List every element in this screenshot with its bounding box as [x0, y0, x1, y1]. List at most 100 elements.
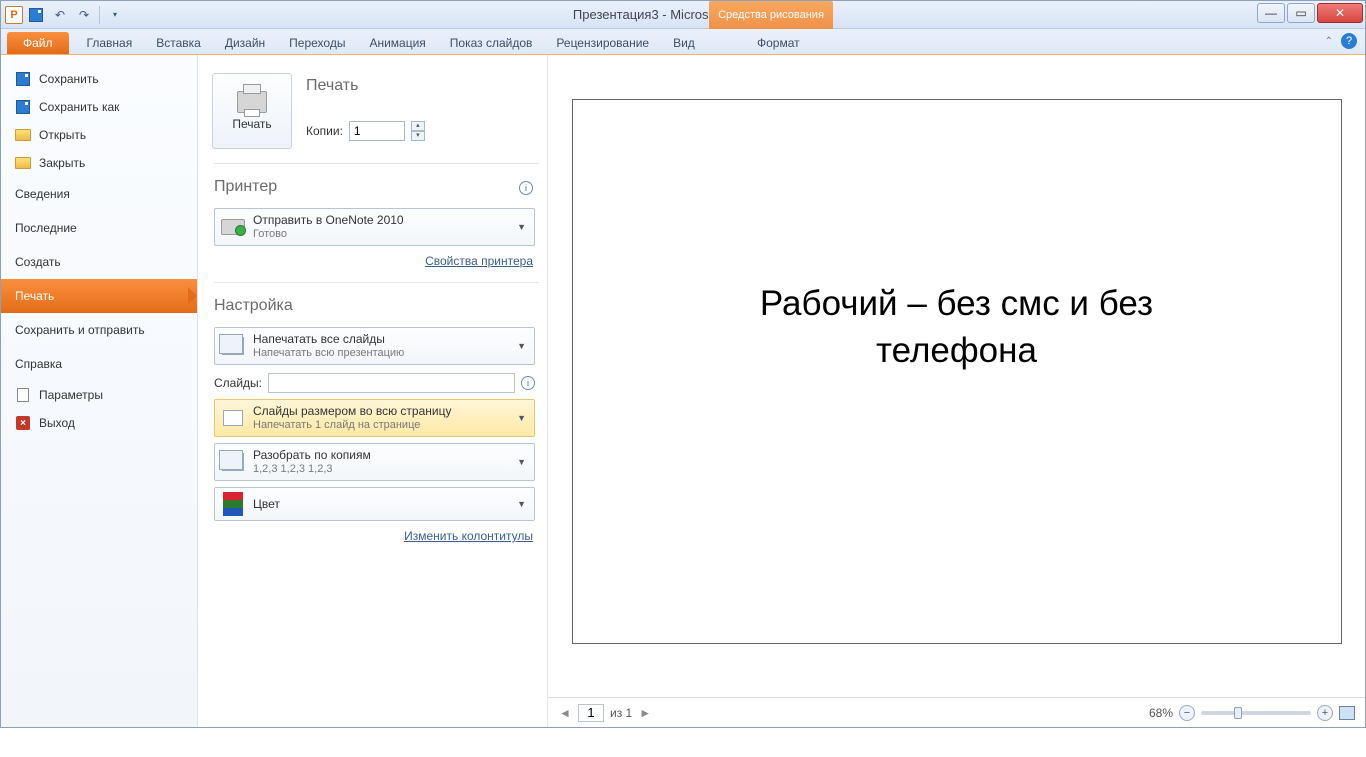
prev-page-button[interactable]: ◄ — [558, 706, 572, 720]
qat-customize[interactable]: ▾ — [104, 4, 126, 26]
layout-sub: Напечатать 1 слайд на странице — [253, 419, 451, 432]
chevron-down-icon: ▼ — [517, 457, 526, 467]
preview-footer: ◄ из 1 ► 68% − + — [548, 697, 1365, 727]
print-button-label: Печать — [232, 117, 271, 131]
minimize-ribbon-icon[interactable]: ⌃ — [1325, 36, 1333, 47]
window-close[interactable]: ✕ — [1317, 3, 1363, 23]
tab-view[interactable]: Вид — [661, 32, 707, 54]
separator — [214, 282, 539, 283]
zoom-in-button[interactable]: + — [1317, 705, 1333, 721]
page-outline-icon — [223, 410, 243, 426]
slide-text-line2: телефона — [760, 327, 1153, 374]
collate-dropdown[interactable]: Разобрать по копиям 1,2,3 1,2,3 1,2,3 ▼ — [214, 443, 535, 481]
nav-save-send-label: Сохранить и отправить — [15, 323, 145, 337]
tab-design[interactable]: Дизайн — [213, 32, 277, 54]
qat-save[interactable] — [25, 4, 47, 26]
nav-close[interactable]: Закрыть — [1, 149, 197, 177]
slide-preview: Рабочий – без смс и без телефона — [572, 99, 1342, 644]
next-page-button[interactable]: ► — [638, 706, 652, 720]
nav-info-label: Сведения — [15, 187, 70, 201]
print-range-dropdown[interactable]: Напечатать все слайды Напечатать всю пре… — [214, 327, 535, 365]
window-maximize[interactable]: ▭ — [1287, 3, 1315, 23]
slides-info-icon[interactable]: i — [521, 376, 535, 390]
app-icon: P — [5, 6, 23, 24]
nav-save-send[interactable]: Сохранить и отправить — [1, 313, 197, 347]
nav-save-as[interactable]: Сохранить как — [1, 93, 197, 121]
print-preview-panel: Рабочий – без смс и без телефона ◄ из 1 … — [548, 55, 1365, 727]
nav-open-label: Открыть — [39, 128, 86, 142]
tab-file[interactable]: Файл — [7, 32, 69, 54]
slides-range-input[interactable] — [268, 373, 515, 393]
nav-new[interactable]: Создать — [1, 245, 197, 279]
fit-to-window-button[interactable] — [1339, 706, 1355, 720]
nav-save[interactable]: Сохранить — [1, 65, 197, 93]
separator — [214, 163, 539, 164]
nav-options-label: Параметры — [39, 388, 103, 402]
printer-header: Принтер — [214, 178, 277, 196]
nav-save-as-label: Сохранить как — [39, 100, 119, 114]
page-number-input[interactable] — [578, 704, 604, 722]
printer-icon — [237, 91, 267, 113]
printer-properties-link[interactable]: Свойства принтера — [206, 254, 533, 268]
printer-status: Готово — [253, 228, 404, 241]
slide-text-line1: Рабочий – без смс и без — [760, 280, 1153, 327]
slides-stack-icon — [222, 337, 244, 355]
nav-help-label: Справка — [15, 357, 62, 371]
nav-close-label: Закрыть — [39, 156, 85, 170]
edit-header-footer-link[interactable]: Изменить колонтитулы — [206, 529, 533, 543]
slides-label: Слайды: — [214, 376, 262, 390]
nav-print[interactable]: Печать — [1, 279, 197, 313]
chevron-down-icon: ▼ — [517, 341, 526, 351]
backstage-nav: Сохранить Сохранить как Открыть Закрыть … — [1, 55, 198, 727]
nav-help[interactable]: Справка — [1, 347, 197, 381]
chevron-down-icon: ▼ — [517, 499, 526, 509]
nav-print-label: Печать — [15, 289, 54, 303]
print-range-sub: Напечатать всю презентацию — [253, 347, 404, 360]
layout-dropdown[interactable]: Слайды размером во всю страницу Напечата… — [214, 399, 535, 437]
nav-exit[interactable]: ×Выход — [1, 409, 197, 437]
window-title: Презентация3 - Microsoft PowerPoint — [1, 7, 1365, 22]
tab-insert[interactable]: Вставка — [144, 32, 213, 54]
copies-spinner[interactable]: ▴▾ — [411, 121, 425, 141]
printer-dropdown[interactable]: Отправить в OneNote 2010 Готово ▼ — [214, 208, 535, 246]
printer-name: Отправить в OneNote 2010 — [253, 213, 404, 227]
zoom-out-button[interactable]: − — [1179, 705, 1195, 721]
nav-recent-label: Последние — [15, 221, 77, 235]
tab-slideshow[interactable]: Показ слайдов — [438, 32, 545, 54]
nav-recent[interactable]: Последние — [1, 211, 197, 245]
qat-separator — [99, 6, 100, 24]
tab-home[interactable]: Главная — [75, 32, 145, 54]
title-bar: P ↶ ↷ ▾ Презентация3 - Microsoft PowerPo… — [1, 1, 1365, 29]
tab-animation[interactable]: Анимация — [357, 32, 437, 54]
printer-small-icon — [221, 219, 245, 235]
print-button[interactable]: Печать — [212, 73, 292, 149]
zoom-percent: 68% — [1149, 706, 1173, 720]
color-swatch-icon — [223, 492, 243, 516]
tab-format[interactable]: Формат — [745, 32, 812, 54]
contextual-tab-drawing: Средства рисования — [709, 1, 833, 29]
nav-open[interactable]: Открыть — [1, 121, 197, 149]
printer-info-icon[interactable]: i — [519, 181, 533, 195]
copies-input[interactable] — [349, 121, 405, 141]
page-of-label: из 1 — [610, 706, 632, 720]
tab-review[interactable]: Рецензирование — [544, 32, 661, 54]
nav-options[interactable]: Параметры — [1, 381, 197, 409]
color-dropdown[interactable]: Цвет ▼ — [214, 487, 535, 521]
qat-undo[interactable]: ↶ — [49, 4, 71, 26]
window-minimize[interactable]: — — [1257, 3, 1285, 23]
print-settings-panel: Печать Печать Копии: ▴▾ Принтер i — [198, 55, 548, 727]
chevron-down-icon: ▼ — [517, 222, 526, 232]
color-title: Цвет — [253, 497, 280, 511]
collate-icon — [222, 453, 244, 471]
layout-title: Слайды размером во всю страницу — [253, 404, 451, 418]
chevron-down-icon: ▼ — [517, 413, 526, 423]
tab-transitions[interactable]: Переходы — [277, 32, 357, 54]
qat-redo[interactable]: ↷ — [73, 4, 95, 26]
collate-title: Разобрать по копиям — [253, 448, 371, 462]
nav-info[interactable]: Сведения — [1, 177, 197, 211]
help-icon[interactable]: ? — [1341, 33, 1357, 49]
nav-save-label: Сохранить — [39, 72, 99, 86]
print-header: Печать — [306, 77, 425, 95]
nav-exit-label: Выход — [39, 416, 75, 430]
zoom-slider[interactable] — [1201, 711, 1311, 715]
